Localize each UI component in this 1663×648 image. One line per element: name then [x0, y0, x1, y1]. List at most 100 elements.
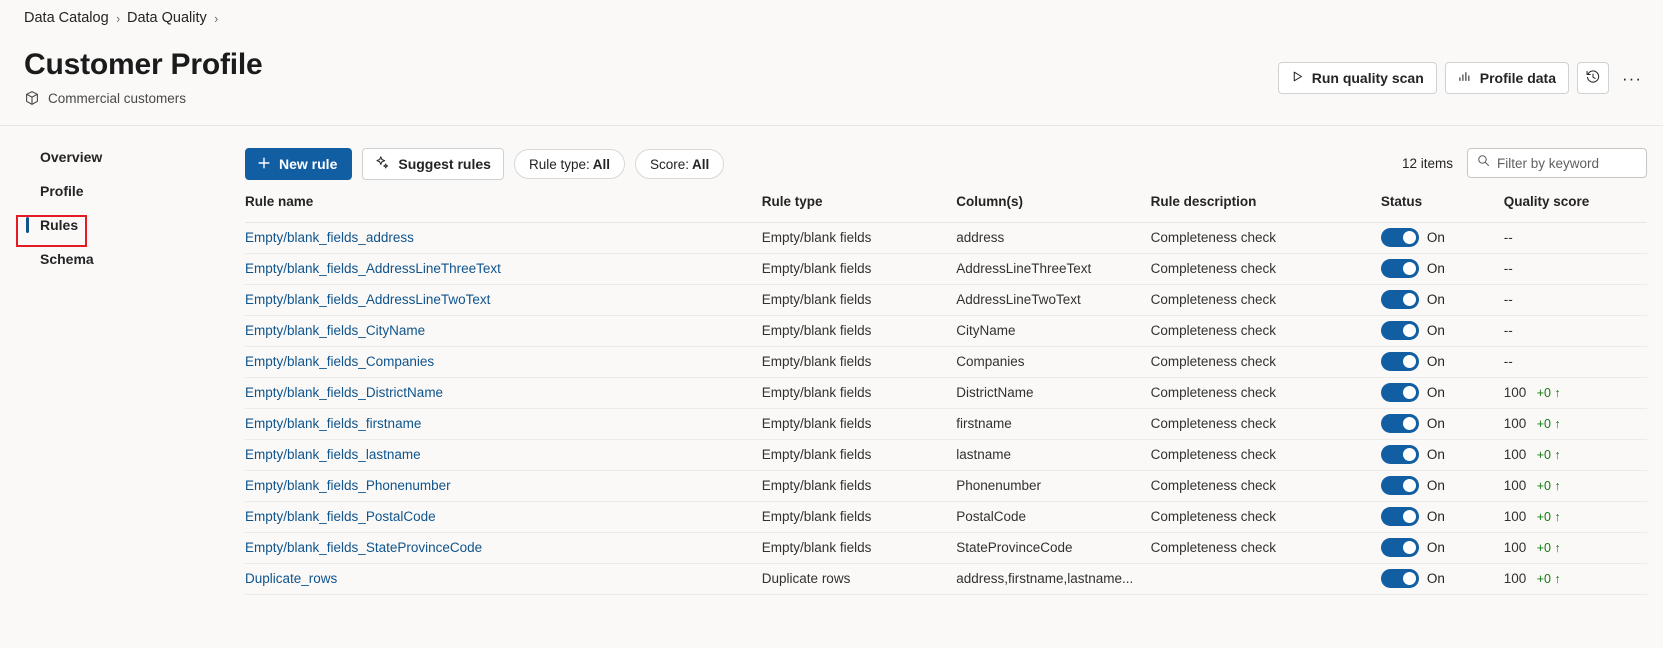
- breadcrumb-separator-icon: ›: [214, 10, 218, 26]
- cell-rule-name: Empty/blank_fields_lastname: [245, 439, 762, 471]
- rule-name-link[interactable]: Empty/blank_fields_Companies: [245, 354, 434, 369]
- filter-rule-type-pill[interactable]: Rule type: All: [513, 149, 626, 179]
- status-toggle-label: On: [1426, 230, 1445, 245]
- quality-score-group: 100 +0 ↑: [1504, 478, 1647, 493]
- rule-name-link[interactable]: Empty/blank_fields_AddressLineTwoText: [245, 292, 490, 307]
- rule-name-link[interactable]: Duplicate_rows: [245, 571, 337, 586]
- rule-name-link[interactable]: Empty/blank_fields_Phonenumber: [245, 478, 451, 493]
- table-row[interactable]: Empty/blank_fields_lastname Empty/blank f…: [245, 439, 1647, 471]
- cell-rule-type: Empty/blank fields: [761, 253, 957, 285]
- new-rule-button[interactable]: New rule: [245, 148, 353, 180]
- cell-rule-type: Empty/blank fields: [761, 222, 957, 254]
- status-toggle[interactable]: [1380, 445, 1419, 464]
- cell-quality-score: --: [1503, 284, 1647, 316]
- rule-name-link[interactable]: Empty/blank_fields_PostalCode: [245, 509, 436, 524]
- cell-status: On: [1380, 222, 1504, 254]
- cell-quality-score: 100 +0 ↑: [1503, 408, 1647, 440]
- cell-rule-description: Completeness check: [1150, 470, 1381, 502]
- rule-name-link[interactable]: Empty/blank_fields_CityName: [245, 323, 425, 338]
- suggest-rules-button[interactable]: Suggest rules: [362, 148, 504, 180]
- table-row[interactable]: Empty/blank_fields_AddressLineThreeText E…: [245, 253, 1647, 285]
- table-row[interactable]: Empty/blank_fields_PostalCode Empty/blank…: [245, 501, 1647, 533]
- rule-name-link[interactable]: Empty/blank_fields_firstname: [245, 416, 421, 431]
- cell-quality-score: 100 +0 ↑: [1503, 501, 1647, 533]
- table-row[interactable]: Empty/blank_fields_CityName Empty/blank f…: [245, 315, 1647, 347]
- cube-icon: [24, 90, 40, 106]
- status-toggle-label: On: [1426, 385, 1445, 400]
- sidebar-item-profile[interactable]: Profile: [0, 174, 228, 208]
- sidebar-item-schema[interactable]: Schema: [0, 242, 228, 276]
- table-row[interactable]: Duplicate_rows Duplicate rows address,firs…: [245, 563, 1647, 595]
- quality-score-group: --: [1504, 230, 1647, 245]
- rule-name-link[interactable]: Empty/blank_fields_address: [245, 230, 414, 245]
- status-toggle[interactable]: [1380, 507, 1419, 526]
- quality-score-value: --: [1503, 261, 1513, 276]
- quality-score-value: 100: [1503, 416, 1527, 431]
- cell-rule-description: Completeness check: [1150, 377, 1381, 409]
- status-toggle-group: On: [1380, 259, 1504, 278]
- sidebar-item-rules[interactable]: Rules: [0, 208, 228, 242]
- cell-rule-name: Empty/blank_fields_StateProvinceCode: [245, 532, 762, 564]
- status-toggle[interactable]: [1380, 228, 1419, 247]
- status-toggle[interactable]: [1380, 414, 1419, 433]
- column-header-description[interactable]: Rule description: [1150, 192, 1381, 223]
- status-toggle[interactable]: [1380, 383, 1419, 402]
- scan-history-button[interactable]: [1577, 62, 1609, 94]
- rule-name-link[interactable]: Empty/blank_fields_StateProvinceCode: [245, 540, 482, 555]
- cell-rule-description: Completeness check: [1150, 501, 1381, 533]
- rule-name-link[interactable]: Empty/blank_fields_AddressLineThreeText: [245, 261, 501, 276]
- status-toggle[interactable]: [1380, 321, 1419, 340]
- cell-rule-description: Completeness check: [1150, 439, 1381, 471]
- cell-rule-description: [1150, 563, 1381, 595]
- status-toggle-group: On: [1380, 445, 1504, 464]
- rule-name-link[interactable]: Empty/blank_fields_lastname: [245, 447, 421, 462]
- table-row[interactable]: Empty/blank_fields_firstname Empty/blank …: [245, 408, 1647, 440]
- filter-search-box[interactable]: [1467, 148, 1663, 178]
- status-toggle-group: On: [1380, 476, 1504, 495]
- column-header-columns[interactable]: Column(s): [956, 192, 1151, 223]
- filter-score-pill[interactable]: Score: All: [635, 149, 725, 179]
- column-header-rule-type[interactable]: Rule type: [761, 192, 957, 223]
- table-row[interactable]: Empty/blank_fields_DistrictName Empty/bla…: [245, 377, 1647, 409]
- table-row[interactable]: Empty/blank_fields_AddressLineTwoText Emp…: [245, 284, 1647, 316]
- cell-status: On: [1380, 315, 1504, 347]
- cell-status: On: [1380, 377, 1504, 409]
- status-toggle[interactable]: [1380, 290, 1419, 309]
- search-icon: [1477, 154, 1490, 172]
- column-header-status[interactable]: Status: [1380, 192, 1504, 223]
- rule-name-link[interactable]: Empty/blank_fields_DistrictName: [245, 385, 443, 400]
- status-toggle[interactable]: [1380, 352, 1419, 371]
- cell-rule-name: Empty/blank_fields_CityName: [245, 315, 762, 347]
- status-toggle-group: On: [1380, 228, 1504, 247]
- quality-score-value: --: [1503, 354, 1513, 369]
- cell-quality-score: --: [1503, 222, 1647, 254]
- sidebar-item-label: Rules: [40, 217, 79, 233]
- status-toggle[interactable]: [1380, 476, 1419, 495]
- more-options-button[interactable]: ···: [1617, 63, 1647, 93]
- sidebar-item-overview[interactable]: Overview: [0, 140, 228, 174]
- cell-columns: address: [956, 222, 1151, 254]
- status-toggle[interactable]: [1380, 538, 1419, 557]
- history-clock-icon: [1585, 69, 1601, 88]
- quality-score-value: 100: [1503, 447, 1527, 462]
- cell-rule-type: Empty/blank fields: [761, 408, 957, 440]
- table-row[interactable]: Empty/blank_fields_Companies Empty/blank …: [245, 346, 1647, 378]
- breadcrumb-item-data-catalog[interactable]: Data Catalog: [24, 10, 109, 26]
- column-header-rule-name[interactable]: Rule name: [245, 192, 762, 223]
- cell-rule-type: Empty/blank fields: [761, 346, 957, 378]
- cell-rule-description: Completeness check: [1150, 532, 1381, 564]
- status-toggle[interactable]: [1380, 259, 1419, 278]
- page-title: Customer Profile: [24, 48, 263, 81]
- profile-data-button[interactable]: Profile data: [1444, 62, 1569, 94]
- breadcrumb-item-data-quality[interactable]: Data Quality: [127, 10, 207, 26]
- status-toggle[interactable]: [1380, 569, 1419, 588]
- run-quality-scan-button[interactable]: Run quality scan: [1277, 62, 1437, 94]
- table-row[interactable]: Empty/blank_fields_Phonenumber Empty/blan…: [245, 470, 1647, 502]
- cell-status: On: [1380, 563, 1504, 595]
- quality-score-group: 100 +0 ↑: [1504, 571, 1647, 586]
- table-row[interactable]: Empty/blank_fields_address Empty/blank fi…: [245, 222, 1647, 254]
- table-row[interactable]: Empty/blank_fields_StateProvinceCode Empt…: [245, 532, 1647, 564]
- search-input[interactable]: [1497, 155, 1663, 171]
- quality-score-value: 100: [1503, 540, 1527, 555]
- column-header-quality-score[interactable]: Quality score: [1503, 192, 1647, 223]
